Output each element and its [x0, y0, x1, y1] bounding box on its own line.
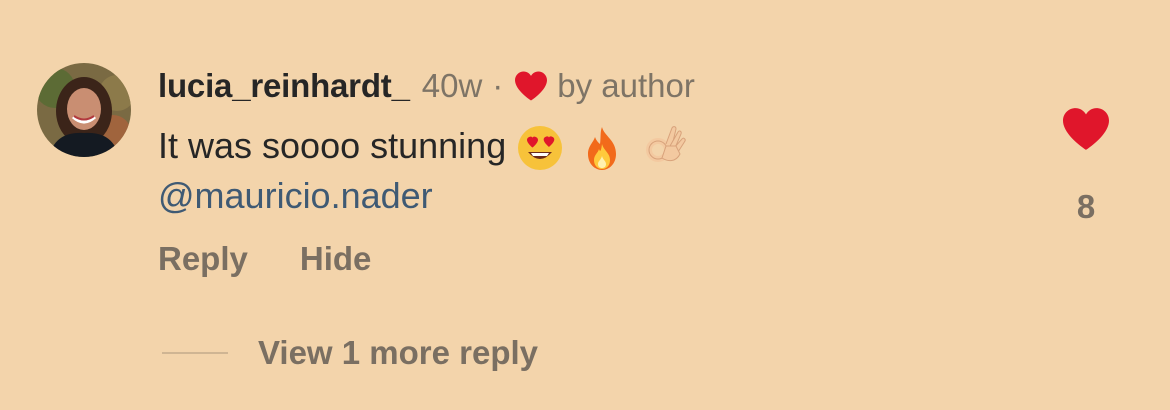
like-column: 8 [1056, 106, 1116, 226]
comment-text: It was soooo stunning [158, 125, 507, 166]
by-author-label: by author [557, 67, 695, 104]
avatar[interactable] [37, 63, 131, 157]
author-liked-heart-icon [513, 70, 549, 102]
view-more-replies-button[interactable]: View 1 more reply [162, 334, 538, 372]
meta-separator: · [492, 67, 504, 104]
like-count[interactable]: 8 [1056, 188, 1116, 226]
fire-emoji [588, 127, 617, 171]
heart-eyes-emoji [518, 126, 563, 171]
comment-age: 40w [421, 67, 483, 104]
user-mention-link[interactable]: @mauricio.nader [158, 172, 1018, 220]
reply-thread-line [162, 352, 228, 354]
ok-hand-emoji [646, 126, 686, 163]
comment-actions: Reply Hide [158, 240, 371, 278]
username[interactable]: lucia_reinhardt_ [158, 67, 410, 105]
like-heart-icon[interactable] [1060, 106, 1112, 152]
emoji-group [516, 124, 702, 172]
comment-header: lucia_reinhardt_ 40w · by author [158, 64, 695, 108]
reply-button[interactable]: Reply [158, 240, 248, 278]
view-more-replies-label[interactable]: View 1 more reply [258, 334, 538, 372]
comment-body: It was soooo stunning @mauricio.nader [158, 122, 1018, 220]
hide-button[interactable]: Hide [300, 240, 372, 278]
